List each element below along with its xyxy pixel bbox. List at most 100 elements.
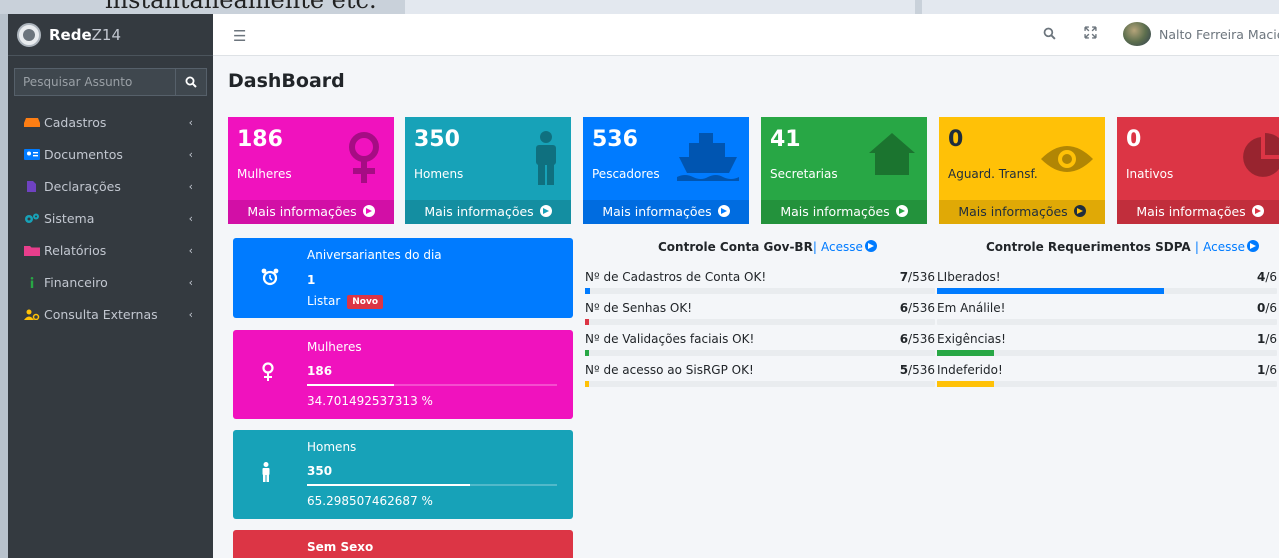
menu-toggle-icon[interactable]: ☰ [233, 27, 246, 45]
stat-value: 0 [948, 127, 964, 152]
info-card-title: Homens [307, 440, 357, 454]
more-info-link[interactable]: Mais informações [405, 200, 571, 224]
info-card-count: 350 [307, 464, 333, 478]
progress-row: LIberados! 4/6 [937, 270, 1277, 300]
main-content: DashBoard 186 Mulheres Mais informações … [213, 56, 1279, 558]
govbr-access-link[interactable]: Acesse [821, 240, 877, 254]
topbar: ☰ Nalto Ferreira Maciel [213, 14, 1279, 56]
stat-label: Secretarias [770, 167, 838, 181]
sidebar-item-label: Relatórios [44, 242, 107, 258]
sidebar-item-cadastros[interactable]: Cadastros ‹ [8, 106, 213, 138]
stat-box-pescadores: 536 Pescadores Mais informações [583, 117, 749, 224]
progress-value: 6/536 [899, 332, 935, 346]
sdpa-access-link[interactable]: Acesse [1203, 240, 1259, 254]
progress-fill [937, 288, 1164, 294]
sidebar-item-label: Cadastros [44, 114, 107, 130]
search-icon [1043, 27, 1056, 40]
navbar-search-button[interactable] [1043, 27, 1056, 43]
pie-chart-icon [1243, 133, 1279, 177]
progress-fill [585, 381, 589, 387]
ship-icon [677, 133, 739, 181]
chevron-left-icon: ‹ [188, 244, 193, 257]
brand-link[interactable]: RedeZ14 [8, 14, 213, 56]
male-icon [536, 131, 556, 185]
eye-icon [1041, 146, 1093, 172]
info-icon [30, 276, 34, 288]
more-info-link[interactable]: Mais informações [761, 200, 927, 224]
progress-label: Indeferido! [937, 363, 1003, 377]
sidebar-item-financeiro[interactable]: Financeiro ‹ [8, 266, 213, 298]
avatar[interactable] [1123, 22, 1151, 46]
list-link[interactable]: Listar Novo [307, 294, 384, 310]
arrow-circle-right-icon [1073, 205, 1086, 217]
progress-bar [937, 288, 1277, 294]
progress-row: Em Análile! 0/6 [937, 301, 1277, 331]
progress-bar [307, 484, 557, 486]
progress-label: Nº de Cadastros de Conta OK! [585, 270, 767, 284]
new-badge: Novo [347, 295, 384, 309]
arrow-circle-right-icon [864, 240, 877, 252]
background-left-strip [0, 14, 8, 558]
search-input[interactable] [14, 68, 175, 96]
stat-value: 350 [414, 127, 460, 152]
progress-value: 4/6 [1256, 270, 1277, 284]
stat-label: Inativos [1126, 167, 1174, 181]
info-card-count: 1 [307, 273, 316, 287]
background-strip: instantaneamente etc. [0, 0, 1279, 14]
background-text: instantaneamente etc. [105, 0, 377, 14]
progress-fill [585, 319, 589, 325]
progress-bar [937, 381, 1277, 387]
progress-label: Nº de acesso ao SisRGP OK! [585, 363, 754, 377]
chevron-left-icon: ‹ [188, 212, 193, 225]
page-title: DashBoard [228, 70, 345, 92]
sidebar-item-consulta-externas[interactable]: Consulta Externas ‹ [8, 298, 213, 330]
arrow-circle-right-icon [1246, 240, 1259, 252]
info-card-mulheres: Mulheres 186 34.701492537313 % [233, 330, 573, 419]
stat-value: 41 [770, 127, 801, 152]
progress-fill [585, 350, 589, 356]
user-name[interactable]: Nalto Ferreira Maciel [1159, 27, 1279, 42]
venus-icon [349, 132, 379, 183]
progress-bar [585, 350, 935, 356]
stat-value: 536 [592, 127, 638, 152]
sidebar-item-declaracoes[interactable]: Declarações ‹ [8, 170, 213, 202]
info-card-title: Sem Sexo [307, 540, 374, 554]
more-info-link[interactable]: Mais informações [583, 200, 749, 224]
arrow-circle-right-icon [362, 205, 375, 217]
brand-logo-icon [17, 22, 41, 47]
progress-bar [307, 384, 557, 386]
progress-value: 1/6 [1256, 332, 1277, 346]
stat-box-secretarias: 41 Secretarias Mais informações [761, 117, 927, 224]
progress-fill [585, 288, 590, 294]
progress-row: Nº de Senhas OK! 6/536 [585, 301, 935, 331]
sdpa-panel-title: Controle Requerimentos SDPA | Acesse [986, 239, 1259, 254]
fullscreen-button[interactable] [1084, 26, 1097, 43]
progress-value: 6/536 [899, 301, 935, 315]
alarm-clock-icon [261, 268, 279, 286]
progress-value: 5/536 [899, 363, 935, 377]
file-icon [27, 180, 36, 192]
stat-box-inativos: 0 Inativos Mais informações [1117, 117, 1279, 224]
progress-bar [585, 381, 935, 387]
chevron-left-icon: ‹ [188, 308, 193, 321]
expand-icon [1084, 26, 1097, 39]
venus-icon [262, 362, 274, 381]
info-card-title: Mulheres [307, 340, 362, 354]
stat-box-homens: 350 Homens Mais informações [405, 117, 571, 224]
info-card-count: 186 [307, 364, 333, 378]
more-info-link[interactable]: Mais informações [228, 200, 394, 224]
search-button[interactable] [175, 68, 207, 96]
male-icon [262, 462, 270, 482]
progress-row: Nº de Validações faciais OK! 6/536 [585, 332, 935, 362]
sidebar-item-relatorios[interactable]: Relatórios ‹ [8, 234, 213, 266]
sidebar-item-documentos[interactable]: Documentos ‹ [8, 138, 213, 170]
chevron-left-icon: ‹ [188, 180, 193, 193]
progress-label: LIberados! [937, 270, 1001, 284]
more-info-link[interactable]: Mais informações [939, 200, 1105, 224]
progress-fill [937, 350, 994, 356]
more-info-link[interactable]: Mais informações [1117, 200, 1279, 224]
sidebar-item-sistema[interactable]: Sistema ‹ [8, 202, 213, 234]
background-light-area [922, 0, 1279, 14]
progress-bar [937, 350, 1277, 356]
sidebar-item-label: Sistema [44, 210, 95, 226]
